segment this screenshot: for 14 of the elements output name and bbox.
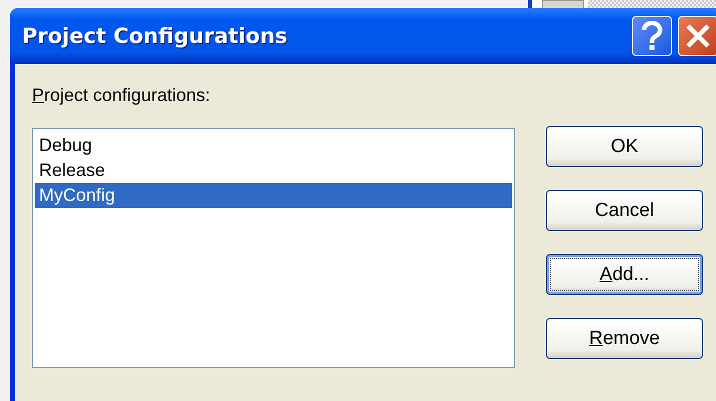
list-item[interactable]: MyConfig — [35, 183, 512, 208]
dialog-button[interactable]: OK — [546, 126, 703, 167]
close-button[interactable] — [678, 16, 716, 56]
help-button[interactable] — [632, 16, 672, 56]
close-icon — [685, 23, 711, 49]
list-item[interactable]: Debug — [35, 133, 512, 158]
window-title: Project Configurations — [22, 24, 288, 48]
dialog-button[interactable]: Add... — [546, 254, 703, 295]
dialog-button[interactable]: Remove — [546, 318, 703, 359]
list-label: Project configurations: — [32, 84, 212, 106]
list-item[interactable]: Release — [35, 158, 512, 183]
help-icon — [641, 21, 663, 51]
configurations-list[interactable]: Debug Release MyConfig — [32, 128, 515, 368]
dialog-button[interactable]: Cancel — [546, 190, 703, 231]
